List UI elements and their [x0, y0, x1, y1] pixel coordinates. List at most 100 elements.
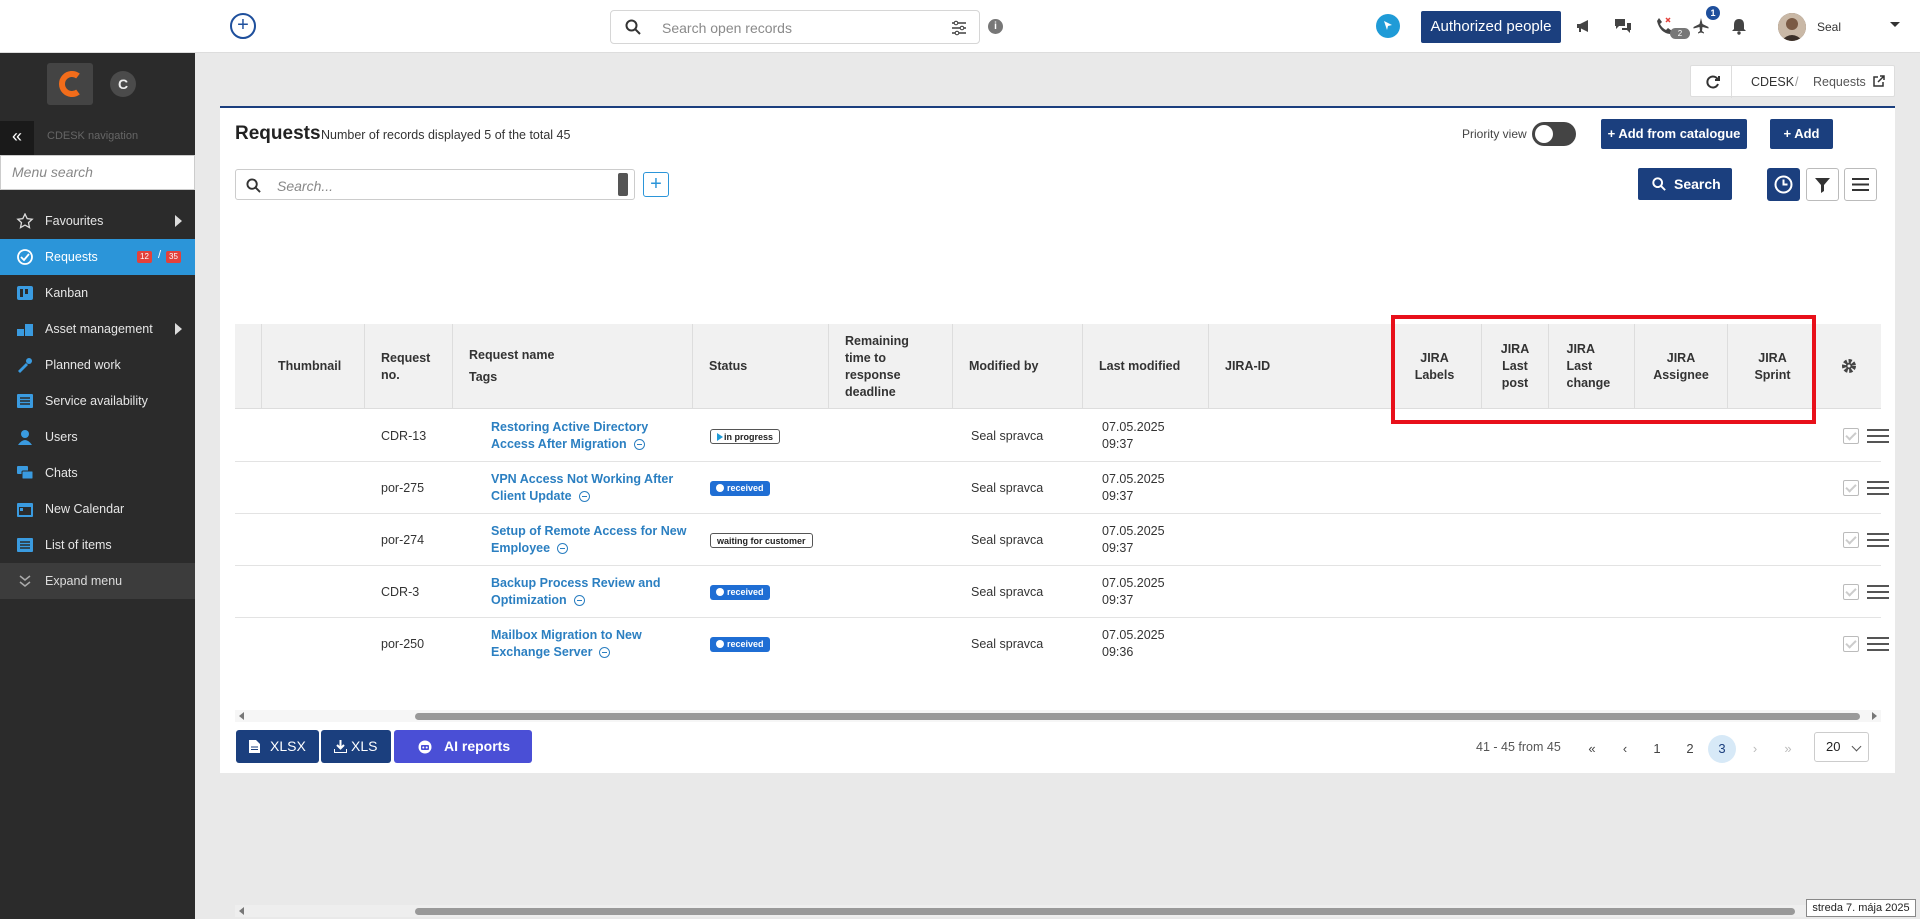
search-filter-sliders-icon[interactable]	[951, 20, 967, 36]
priority-view-toggle[interactable]	[1532, 122, 1576, 146]
table-row[interactable]: CDR-3 Backup Process Review and Optimiza…	[235, 566, 1889, 618]
remote-cursor-icon[interactable]	[1376, 14, 1400, 38]
export-xlsx-button[interactable]: XLSX	[236, 730, 319, 763]
file-icon	[249, 740, 260, 753]
create-new-plus-icon[interactable]: +	[230, 13, 256, 39]
cell-request-name[interactable]: Mailbox Migration to New Exchange Server	[491, 618, 681, 670]
scroll-right-arrow-icon[interactable]	[1872, 712, 1877, 720]
cell-request-name[interactable]: VPN Access Not Working After Client Upda…	[491, 462, 681, 514]
add-filter-plus-icon[interactable]: +	[643, 172, 669, 197]
sidebar-item-label: Planned work	[45, 358, 121, 372]
cdesk-logo[interactable]	[47, 63, 93, 105]
column-settings-gear-icon[interactable]	[1840, 357, 1858, 375]
table-row[interactable]: por-250 Mailbox Migration to New Exchang…	[235, 618, 1889, 670]
scroll-left-arrow-icon[interactable]	[239, 712, 244, 720]
sidebar-item-list-of-items[interactable]: List of items	[0, 527, 195, 563]
page-horizontal-scrollbar[interactable]	[235, 905, 1895, 917]
collapse-nav-icon[interactable]: «	[0, 121, 34, 155]
scrollbar-thumb[interactable]	[415, 908, 1795, 915]
table-row[interactable]: por-275 VPN Access Not Working After Cli…	[235, 462, 1889, 514]
col-request-name[interactable]: Request name Tags	[452, 324, 692, 409]
user-avatar[interactable]	[1778, 13, 1806, 41]
row-menu-icon[interactable]	[1867, 532, 1889, 548]
sidebar-item-service-availability[interactable]: Service availability	[0, 383, 195, 419]
first-page-button[interactable]: «	[1578, 735, 1606, 763]
sidebar-item-asset-management[interactable]: Asset management	[0, 311, 195, 347]
table-row[interactable]: por-274 Setup of Remote Access for New E…	[235, 514, 1889, 566]
col-last-modified[interactable]: Last modified	[1082, 324, 1208, 409]
cell-request-name[interactable]: Backup Process Review and Optimization	[491, 566, 681, 618]
sidebar-item-expand-menu[interactable]: Expand menu	[0, 563, 195, 599]
sidebar-item-planned-work[interactable]: Planned work	[0, 347, 195, 383]
info-icon[interactable]: i	[988, 19, 1003, 34]
page-size-select[interactable]: 20	[1814, 732, 1869, 762]
search-mode-toggle[interactable]	[618, 173, 628, 196]
history-clock-button[interactable]	[1767, 168, 1800, 201]
row-checkbox[interactable]	[1843, 636, 1859, 652]
table-horizontal-scrollbar[interactable]	[235, 710, 1881, 722]
sidebar-item-users[interactable]: Users	[0, 419, 195, 455]
authorized-people-button[interactable]: Authorized people	[1421, 11, 1561, 43]
collapse-tags-icon[interactable]	[557, 543, 569, 555]
row-checkbox[interactable]	[1843, 428, 1859, 444]
bell-icon[interactable]	[1730, 17, 1748, 35]
user-name[interactable]: Seal	[1817, 20, 1841, 34]
col-status[interactable]: Status	[692, 324, 828, 409]
row-menu-icon[interactable]	[1867, 428, 1889, 444]
page-1-button[interactable]: 1	[1643, 735, 1671, 763]
chat-bubbles-icon[interactable]	[1614, 17, 1632, 35]
cell-request-name[interactable]: Setup of Remote Access for New Employee	[491, 514, 691, 566]
add-from-catalogue-button[interactable]: + Add from catalogue	[1601, 119, 1747, 149]
status-badge: waiting for customer	[710, 532, 813, 548]
collapse-tags-icon[interactable]	[578, 491, 590, 503]
filter-button[interactable]	[1806, 168, 1839, 201]
search-button[interactable]: Search	[1638, 168, 1732, 200]
row-menu-icon[interactable]	[1867, 480, 1889, 496]
refresh-icon[interactable]	[1705, 74, 1721, 90]
collapse-tags-icon[interactable]	[599, 647, 611, 659]
request-name-link[interactable]: Restoring Active Directory Access After …	[491, 420, 648, 451]
global-search-input[interactable]: Search open records	[610, 10, 980, 44]
sidebar-item-requests[interactable]: Requests 12 / 35	[0, 239, 195, 275]
sidebar: C « CDESK navigation Menu search Favouri…	[0, 53, 195, 919]
menu-search-input[interactable]: Menu search	[0, 155, 195, 190]
company-avatar[interactable]: C	[110, 71, 136, 97]
sidebar-item-new-calendar[interactable]: New Calendar	[0, 491, 195, 527]
row-checkbox[interactable]	[1843, 480, 1859, 496]
page-2-button[interactable]: 2	[1676, 735, 1704, 763]
col-remaining-time[interactable]: Remaining time to response deadline	[828, 324, 952, 409]
col-thumbnail[interactable]: Thumbnail	[261, 324, 364, 409]
export-xls-button[interactable]: XLS	[321, 730, 391, 763]
date-text: 07.05.2025	[1102, 628, 1165, 642]
collapse-tags-icon[interactable]	[573, 595, 585, 607]
last-page-button[interactable]: »	[1774, 735, 1802, 763]
page-3-button[interactable]: 3	[1708, 735, 1736, 763]
external-link-icon[interactable]	[1872, 75, 1885, 88]
col-request-no[interactable]: Request no.	[364, 324, 452, 409]
collapse-tags-icon[interactable]	[633, 439, 645, 451]
request-name-link[interactable]: Mailbox Migration to New Exchange Server	[491, 628, 642, 659]
scrollbar-thumb[interactable]	[415, 713, 1860, 720]
ai-reports-button[interactable]: AI reports	[394, 730, 532, 763]
airplane-icon[interactable]	[1692, 17, 1710, 35]
table-menu-button[interactable]	[1844, 168, 1877, 201]
megaphone-icon[interactable]	[1575, 17, 1593, 35]
request-name-link[interactable]: Setup of Remote Access for New Employee	[491, 524, 686, 555]
col-modified-by[interactable]: Modified by	[952, 324, 1082, 409]
prev-page-button[interactable]: ‹	[1611, 735, 1639, 763]
sidebar-item-favourites[interactable]: Favourites	[0, 203, 195, 239]
row-menu-icon[interactable]	[1867, 636, 1889, 652]
scroll-left-arrow-icon[interactable]	[239, 907, 244, 915]
row-menu-icon[interactable]	[1867, 584, 1889, 600]
row-checkbox[interactable]	[1843, 532, 1859, 548]
col-jira-id[interactable]: JIRA-ID	[1208, 324, 1388, 409]
next-page-button[interactable]: ›	[1741, 735, 1769, 763]
sidebar-item-kanban[interactable]: Kanban	[0, 275, 195, 311]
table-search-input[interactable]: Search...	[235, 169, 635, 200]
breadcrumb-root[interactable]: CDESK	[1751, 75, 1794, 89]
user-menu-chevron-down-icon[interactable]	[1890, 22, 1900, 27]
cell-request-name[interactable]: Restoring Active Directory Access After …	[491, 410, 681, 462]
sidebar-item-chats[interactable]: Chats	[0, 455, 195, 491]
row-checkbox[interactable]	[1843, 584, 1859, 600]
add-button[interactable]: + Add	[1770, 119, 1833, 149]
